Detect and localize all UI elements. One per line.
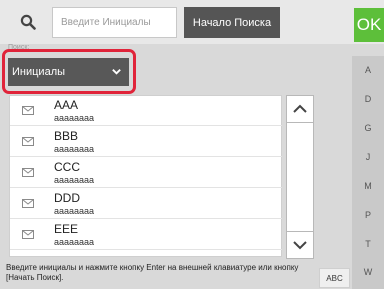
search-by-selected: Инициалы bbox=[12, 66, 66, 78]
list-item[interactable]: AAA aaaaaaaa bbox=[10, 96, 282, 126]
index-letter-j[interactable]: J bbox=[352, 152, 384, 162]
list-item[interactable]: CCC aaaaaaaa bbox=[10, 158, 282, 188]
scrollbar-track[interactable] bbox=[286, 123, 314, 231]
mail-icon bbox=[22, 230, 34, 239]
index-letter-g[interactable]: G bbox=[352, 123, 384, 133]
list-item-name: DDD bbox=[54, 191, 80, 205]
index-letter-p[interactable]: P bbox=[352, 210, 384, 220]
top-bar: Введите Инициалы Начало Поиска OK bbox=[0, 0, 384, 44]
alphabet-index: A D G J M P T W bbox=[352, 56, 384, 289]
initials-search-input[interactable]: Введите Инициалы bbox=[52, 7, 177, 38]
search-icon bbox=[20, 14, 36, 30]
search-placeholder: Введите Инициалы bbox=[61, 17, 151, 28]
start-search-button[interactable]: Начало Поиска bbox=[184, 7, 280, 38]
index-letter-m[interactable]: M bbox=[352, 181, 384, 191]
scroll-up-button[interactable] bbox=[286, 95, 314, 123]
mail-icon bbox=[22, 106, 34, 115]
chevron-down-icon bbox=[112, 69, 121, 75]
list-item[interactable]: EEE aaaaaaaa bbox=[10, 220, 282, 250]
list-item-name: CCC bbox=[54, 160, 80, 174]
chevron-down-icon bbox=[293, 241, 307, 250]
list-item-name: EEE bbox=[54, 222, 79, 236]
list-item[interactable]: BBB aaaaaaaa bbox=[10, 127, 282, 157]
index-letter-w[interactable]: W bbox=[352, 267, 384, 277]
chevron-up-icon bbox=[293, 104, 307, 113]
index-letter-a[interactable]: A bbox=[352, 65, 384, 75]
list-item[interactable]: DDD aaaaaaaa bbox=[10, 189, 282, 219]
ok-button[interactable]: OK bbox=[354, 8, 384, 42]
list-item-name: BBB bbox=[54, 129, 79, 143]
hint-text: Введите инициалы и нажмите кнопку Enter … bbox=[6, 263, 299, 282]
mail-icon bbox=[22, 199, 34, 208]
index-letter-d[interactable]: D bbox=[352, 94, 384, 104]
list-item-detail: aaaaaaaa bbox=[54, 144, 95, 154]
mail-icon bbox=[22, 137, 34, 146]
list-item-detail: aaaaaaaa bbox=[54, 175, 95, 185]
search-by-dropdown[interactable]: Инициалы bbox=[8, 58, 129, 86]
index-letter-t[interactable]: T bbox=[352, 239, 384, 249]
list-item-detail: aaaaaaaa bbox=[54, 206, 95, 216]
search-button[interactable] bbox=[10, 6, 46, 38]
list-item-detail: aaaaaaaa bbox=[54, 237, 95, 247]
scroll-down-button[interactable] bbox=[286, 231, 314, 259]
list-item-detail: aaaaaaaa bbox=[54, 113, 95, 123]
mail-icon bbox=[22, 168, 34, 177]
list-item-name: AAA bbox=[54, 98, 79, 112]
address-list: AAA aaaaaaaa BBB aaaaaaaa CCC aaaaaaaa D… bbox=[9, 95, 282, 257]
abc-button[interactable]: ABC bbox=[319, 268, 350, 288]
